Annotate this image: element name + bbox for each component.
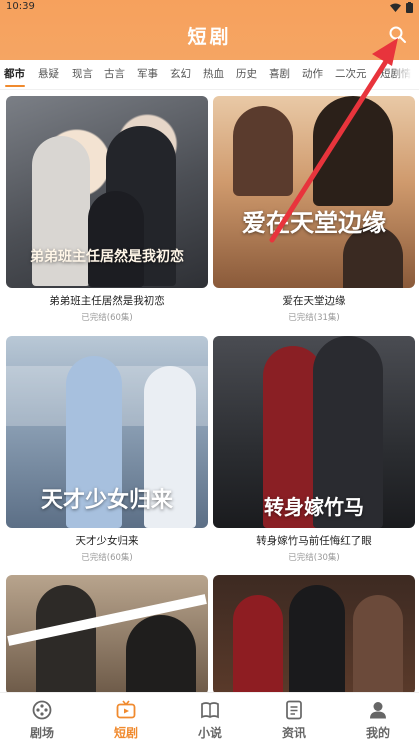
nav-label: 我的 [365, 726, 390, 740]
nav-item-theater[interactable]: 剧场 [0, 693, 84, 744]
tab-xuanhuan[interactable]: 玄幻 [170, 66, 191, 81]
card-status: 已完结(31集) [288, 313, 340, 323]
drama-card[interactable] [213, 575, 415, 692]
active-tab-indicator [5, 85, 25, 87]
tv-icon [116, 700, 136, 719]
tab-dushi[interactable]: 都市 [4, 66, 25, 81]
search-icon[interactable] [387, 24, 409, 46]
tab-rexue[interactable]: 热血 [203, 66, 224, 81]
header: 10:39 短剧 [0, 0, 419, 60]
poster-image[interactable] [6, 575, 208, 692]
tab-lishi[interactable]: 历史 [236, 66, 257, 81]
tabs-fade [393, 60, 419, 89]
poster-title-art: 转身嫁竹马 [264, 495, 364, 519]
card-title: 天才少女归来 [75, 535, 139, 547]
poster-image[interactable]: 转身嫁竹马 [213, 336, 415, 528]
poster-title-art: 爱在天堂边缘 [242, 208, 386, 237]
nav-label: 资讯 [281, 726, 306, 740]
book-icon [201, 702, 219, 719]
nav-label: 剧场 [29, 726, 54, 740]
tab-xuanyi[interactable]: 悬疑 [38, 66, 59, 81]
drama-card[interactable] [6, 575, 208, 692]
poster-title-art: 天才少女归来 [40, 487, 173, 513]
status-bar: 10:39 [0, 0, 419, 16]
tab-dongzuo[interactable]: 动作 [302, 66, 323, 81]
card-title: 爱在天堂边缘 [282, 295, 346, 307]
nav-label: 小说 [197, 726, 222, 740]
battery-icon [406, 2, 413, 13]
nav-label: 短剧 [113, 726, 138, 740]
nav-item-news[interactable]: 资讯 [252, 693, 336, 744]
card-status: 已完结(60集) [81, 313, 133, 323]
user-icon [370, 702, 386, 719]
nav-item-short-drama[interactable]: 短剧 [84, 693, 168, 744]
status-icons [390, 2, 413, 13]
document-icon [286, 700, 302, 720]
card-title: 转身嫁竹马前任悔红了眼 [256, 535, 372, 547]
poster-image[interactable]: 天才少女归来 [6, 336, 208, 528]
tab-junshi[interactable]: 军事 [137, 66, 158, 81]
nav-item-novel[interactable]: 小说 [168, 693, 252, 744]
card-title: 弟弟班主任居然是我初恋 [49, 295, 165, 307]
bottom-nav: 剧场 短剧 小说 资讯 我的 [0, 692, 419, 744]
page-title: 短剧 [187, 26, 232, 48]
film-reel-icon [32, 700, 52, 720]
poster-image[interactable] [213, 575, 415, 692]
drama-card[interactable]: 弟弟班主任居然是我初恋 弟弟班主任居然是我初恋 已完结(60集) [6, 96, 208, 323]
status-time: 10:39 [6, 1, 35, 12]
nav-item-mine[interactable]: 我的 [336, 693, 419, 744]
card-status: 已完结(60集) [81, 553, 133, 563]
tab-erciyuan[interactable]: 二次元 [335, 66, 367, 81]
card-status: 已完结(30集) [288, 553, 340, 563]
drama-card[interactable]: 转身嫁竹马 转身嫁竹马前任悔红了眼 已完结(30集) [213, 336, 415, 563]
poster-image[interactable]: 弟弟班主任居然是我初恋 [6, 96, 208, 288]
drama-grid: 弟弟班主任居然是我初恋 弟弟班主任居然是我初恋 已完结(60集) 爱在天堂边缘 … [0, 96, 419, 692]
poster-title-art: 弟弟班主任居然是我初恋 [30, 249, 184, 265]
tab-xiju[interactable]: 喜剧 [269, 66, 290, 81]
poster-image[interactable]: 爱在天堂边缘 [213, 96, 415, 288]
tab-guyan[interactable]: 古言 [104, 66, 125, 81]
tab-xianyan[interactable]: 现言 [72, 66, 93, 81]
wifi-icon [390, 3, 401, 12]
drama-card[interactable]: 天才少女归来 天才少女归来 已完结(60集) [6, 336, 208, 563]
category-tabs: 都市 悬疑 现言 古言 军事 玄幻 热血 历史 喜剧 动作 二次元 短剧情 [0, 60, 419, 90]
drama-card[interactable]: 爱在天堂边缘 爱在天堂边缘 已完结(31集) [213, 96, 415, 323]
